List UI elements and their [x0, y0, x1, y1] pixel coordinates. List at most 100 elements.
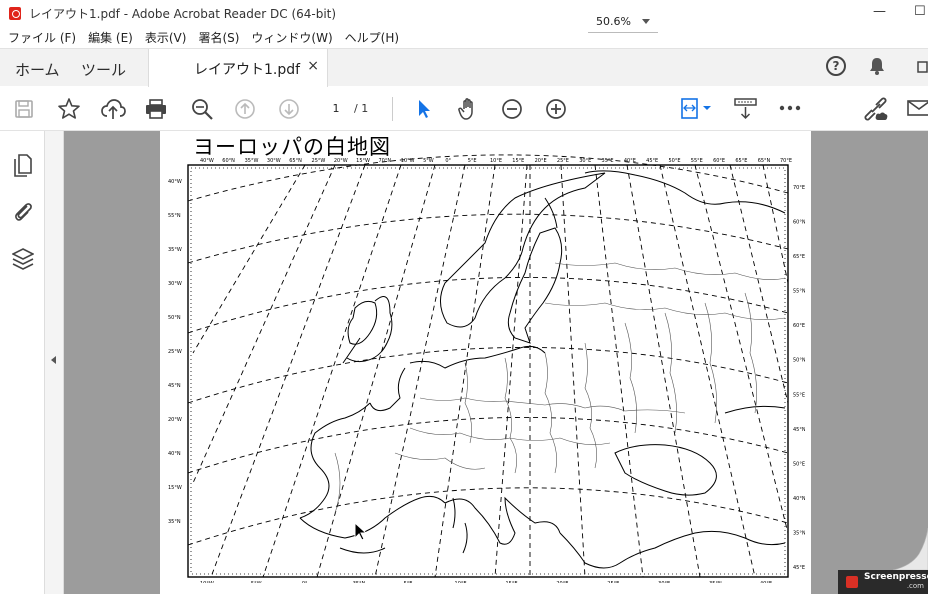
attachment-icon[interactable] — [12, 199, 34, 223]
search-zoom-icon — [192, 99, 213, 120]
graticule-label-left: 15°W — [168, 485, 182, 491]
acrobat-icon — [9, 6, 21, 20]
bookmark-button[interactable] — [56, 87, 82, 131]
select-tool-button[interactable] — [414, 87, 434, 131]
europe-blank-map: 40°W 60°N 35°W 30°W 65°N 25°W 20°W 15°W 70°N 10°W… — [168, 154, 805, 583]
graticule-label-right: 55°E — [793, 392, 805, 398]
graticule-label-right: 40°N — [793, 496, 805, 502]
graticule-label-left: 35°W — [168, 247, 182, 253]
tab-document[interactable]: レイアウト1.pdf × — [148, 49, 328, 88]
minus-circle-icon — [502, 99, 522, 119]
graticule-label-bottom: 20°E — [556, 581, 568, 583]
menu-edit[interactable]: 編集 (E) — [88, 29, 133, 46]
graticule-label-top: 30°W — [267, 158, 281, 164]
tab-tools[interactable]: ツール — [81, 59, 126, 80]
title-bar: レイアウト1.pdf - Adobe Acrobat Reader DC (64… — [0, 0, 928, 26]
window-title: レイアウト1.pdf - Adobe Acrobat Reader DC (64… — [29, 6, 337, 21]
maximize-button[interactable]: ☐ — [914, 4, 926, 19]
graticule-label-top: 10°W — [401, 158, 415, 164]
graticule-label-left: 20°W — [168, 417, 182, 423]
zoom-out-button[interactable] — [500, 87, 524, 131]
collapse-arrow-icon[interactable] — [51, 356, 56, 364]
graticule-label-left: 25°W — [168, 349, 182, 355]
menu-file[interactable]: ファイル (F) — [8, 29, 76, 46]
menu-bar: ファイル (F) 編集 (E) 表示(V) 署名(S) ウィンドウ(W) ヘルプ… — [0, 27, 928, 48]
graticule-label-top: 65°N — [289, 158, 302, 164]
graticule-label-right: 60°N — [793, 220, 805, 226]
share-panel-icon[interactable] — [916, 60, 928, 74]
menu-view[interactable]: 表示(V) — [145, 29, 187, 46]
graticule-label-top: 55°E — [691, 158, 703, 164]
close-tab-icon[interactable]: × — [307, 58, 319, 74]
upload-button[interactable] — [100, 87, 126, 131]
screenpresso-brand: Screenpresso — [864, 572, 928, 582]
find-button[interactable] — [189, 87, 215, 131]
zoom-in-button[interactable] — [544, 87, 568, 131]
arrow-up-circle-icon — [235, 99, 255, 119]
share-link-icon[interactable] — [863, 96, 891, 122]
hand-tool-button[interactable] — [455, 87, 483, 131]
graticule-label-left: 45°N — [168, 383, 181, 389]
fit-page-icon[interactable] — [679, 97, 713, 121]
print-button[interactable] — [143, 87, 169, 131]
screenpresso-watermark: Screenpresso .com — [838, 570, 928, 594]
help-icon[interactable]: ? — [826, 56, 846, 76]
graticule-label-top: 10°E — [490, 158, 502, 164]
menu-window[interactable]: ウィンドウ(W) — [251, 29, 332, 46]
graticule-label-right: 70°E — [793, 185, 805, 191]
save-button[interactable] — [12, 87, 36, 131]
graticule-label-top: 5°E — [468, 158, 477, 164]
menu-help[interactable]: ヘルプ(H) — [345, 29, 399, 46]
graticule-label-bottom: 30°E — [658, 581, 670, 583]
graticule-label-right: 45°N — [793, 427, 805, 433]
graticule-label-left: 30°W — [168, 281, 182, 287]
graticule-label-top: 30°E — [579, 158, 591, 164]
graticule-label-left: 35°N — [168, 519, 181, 525]
graticule-label-top: 25°W — [312, 158, 326, 164]
navigation-sidebar — [0, 131, 45, 594]
graticule-label-top: 65°E — [735, 158, 747, 164]
save-icon — [15, 100, 33, 118]
tab-bar: ホーム ツール レイアウト1.pdf × — [0, 48, 928, 88]
page-curl-icon — [893, 528, 928, 570]
arrow-down-circle-icon — [279, 99, 299, 119]
graticule-label-top: 40°E — [624, 158, 636, 164]
screenpresso-domain: .com — [906, 582, 924, 590]
cloud-upload-icon — [101, 99, 126, 119]
email-icon[interactable] — [907, 98, 928, 118]
graticule-label-right: 50°E — [793, 461, 805, 467]
notification-bell-icon[interactable] — [869, 57, 885, 75]
graticule-label-top: 15°W — [356, 158, 370, 164]
scroll-mode-icon[interactable] — [733, 97, 759, 121]
plus-circle-icon — [546, 99, 566, 119]
graticule-label-bottom: 25°E — [607, 581, 619, 583]
more-tools-icon[interactable] — [779, 104, 801, 112]
graticule-label-bottom: 5°W — [251, 581, 262, 583]
page-thumbnails-icon[interactable] — [13, 153, 33, 177]
layers-icon[interactable] — [12, 247, 34, 271]
graticule-label-right: 50°N — [793, 358, 805, 364]
screenpresso-logo-icon — [846, 576, 858, 588]
graticule-label-top: 20°W — [334, 158, 348, 164]
next-page-button[interactable] — [277, 87, 301, 131]
graticule-label-bottom: 15°E — [505, 581, 517, 583]
graticule-label-top: 50°E — [668, 158, 680, 164]
graticule-label-bottom: 40°E — [760, 581, 772, 583]
pointer-icon — [419, 100, 430, 118]
minimize-button[interactable]: — — [873, 4, 886, 19]
graticule-label-bottom: 0° — [302, 581, 308, 583]
star-icon — [58, 98, 80, 119]
page-number-input[interactable]: 1 — [321, 98, 351, 120]
graticule-label-bottom: 10°E — [455, 581, 467, 583]
graticule-label-top: 35°W — [245, 158, 259, 164]
graticule-label-top: 0° — [445, 158, 451, 164]
prev-page-button[interactable] — [233, 87, 257, 131]
chevron-down-icon[interactable] — [642, 19, 650, 24]
menu-sign[interactable]: 署名(S) — [198, 29, 239, 46]
graticule-label-top: 70°N — [378, 158, 391, 164]
hand-icon — [458, 98, 473, 120]
page-total: / 1 — [354, 102, 369, 115]
graticule-label-left: 40°N — [168, 451, 181, 457]
tab-home[interactable]: ホーム — [15, 59, 60, 80]
graticule-label-top: 15°E — [512, 158, 524, 164]
